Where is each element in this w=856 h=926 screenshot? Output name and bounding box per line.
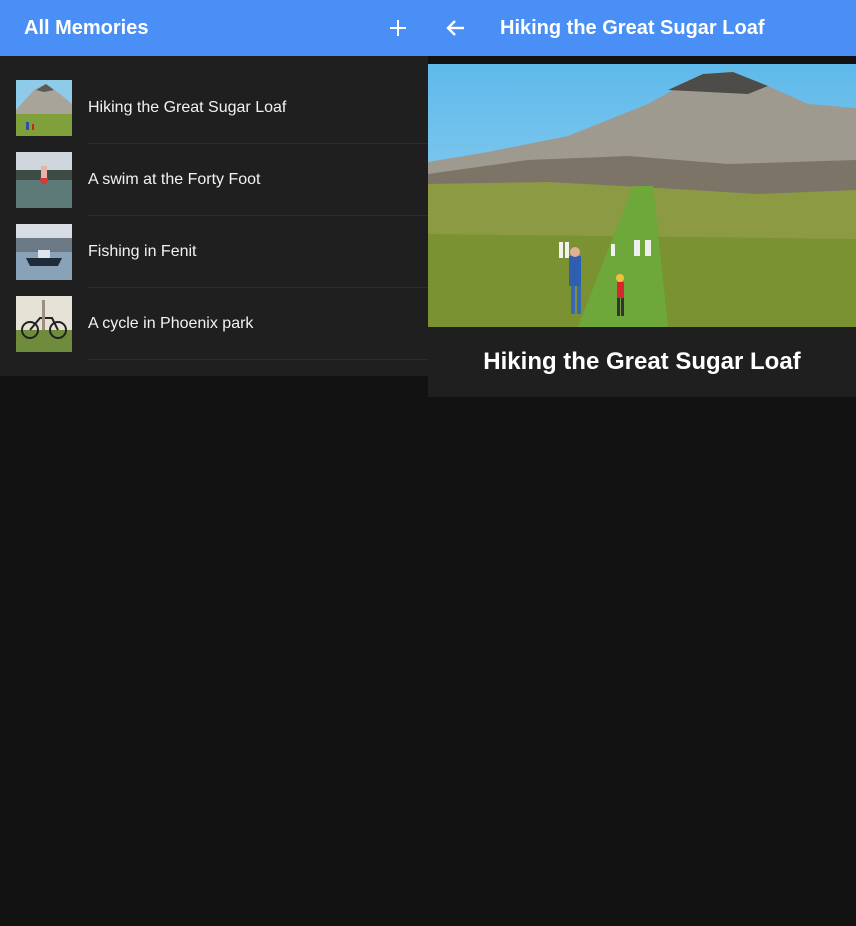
memory-label: Fishing in Fenit bbox=[88, 243, 197, 260]
memory-caption: Hiking the Great Sugar Loaf bbox=[428, 327, 856, 397]
add-memory-button[interactable] bbox=[378, 8, 418, 48]
list-title: All Memories bbox=[24, 16, 149, 39]
arrow-left-icon bbox=[446, 20, 464, 36]
memory-item-sugar-loaf[interactable]: Hiking the Great Sugar Loaf bbox=[0, 72, 428, 144]
plus-icon bbox=[390, 20, 406, 36]
memory-list-pane: All Memories Hiking the Great Sugar Loaf bbox=[0, 0, 428, 926]
detail-app-bar: Hiking the Great Sugar Loaf bbox=[428, 0, 856, 56]
memory-detail-pane: Hiking the Great Sugar Loaf Hiking the G… bbox=[428, 0, 856, 926]
memory-thumbnail-sugar-loaf bbox=[16, 80, 72, 136]
detail-title: Hiking the Great Sugar Loaf bbox=[500, 16, 765, 39]
memory-label: Hiking the Great Sugar Loaf bbox=[88, 99, 287, 116]
memory-label: A swim at the Forty Foot bbox=[88, 171, 261, 188]
list-app-bar: All Memories bbox=[0, 0, 428, 56]
memory-item-phoenix-park[interactable]: A cycle in Phoenix park bbox=[0, 288, 428, 360]
memory-label: A cycle in Phoenix park bbox=[88, 315, 254, 332]
memory-thumbnail-phoenix-park bbox=[16, 296, 72, 352]
memory-list: Hiking the Great Sugar Loaf A swim at th… bbox=[0, 56, 428, 376]
memory-thumbnail-fenit bbox=[16, 224, 72, 280]
memory-thumbnail-forty-foot bbox=[16, 152, 72, 208]
memory-photo bbox=[428, 64, 856, 327]
memory-item-forty-foot[interactable]: A swim at the Forty Foot bbox=[0, 144, 428, 216]
memory-item-fenit[interactable]: Fishing in Fenit bbox=[0, 216, 428, 288]
back-button[interactable] bbox=[436, 8, 476, 48]
divider bbox=[88, 359, 428, 360]
caption-text: Hiking the Great Sugar Loaf bbox=[483, 348, 801, 375]
